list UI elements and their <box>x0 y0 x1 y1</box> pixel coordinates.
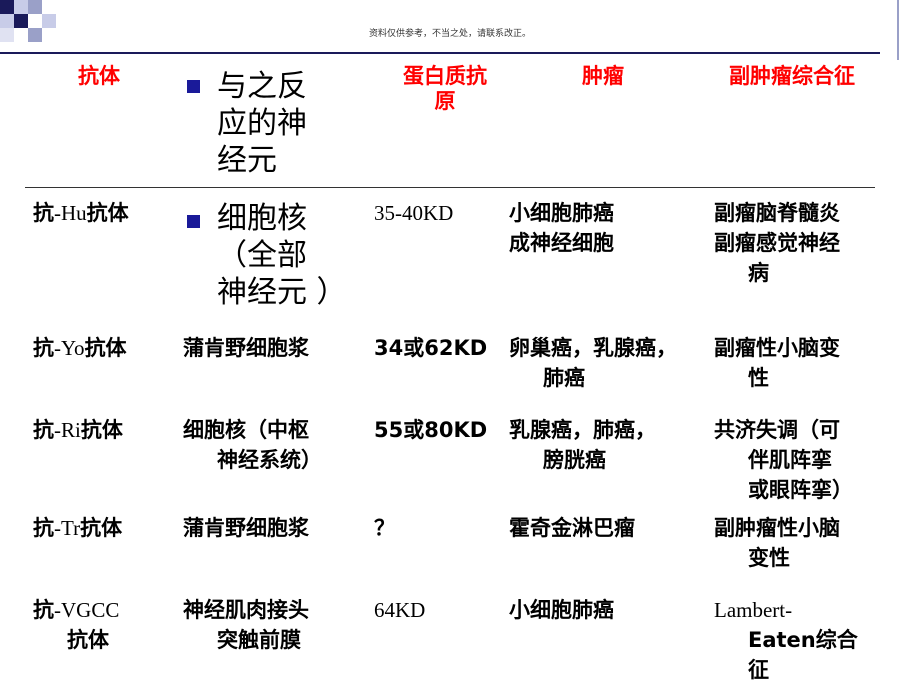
row5-syndrome: Lambert- Eaten综合 征 <box>714 598 858 682</box>
bullet-icon <box>187 215 200 228</box>
row4-antibody: 抗-Tr抗体 <box>33 516 123 540</box>
header-rule <box>0 52 880 54</box>
row3-antibody: 抗-Ri抗体 <box>33 418 123 442</box>
row5-tumor: 小细胞肺癌 <box>509 598 614 622</box>
row2-neuron: 蒲肯野细胞浆 <box>183 336 309 360</box>
row4-tumor: 霍奇金淋巴瘤 <box>509 516 635 540</box>
row5-neuron: 神经肌肉接头 突触前膜 <box>183 598 309 652</box>
row4-syndrome: 副肿瘤性小脑 变性 <box>714 516 840 570</box>
header-note: 资料仅供参考，不当之处，请联系改正。 <box>368 29 531 39</box>
col-header-syndrome: 副肿瘤综合征 <box>729 64 855 88</box>
col-header-neuron: 与之反 应的神 经元 <box>217 69 307 178</box>
row3-syndrome: 共济失调（可 伴肌阵挛 或眼阵挛） <box>714 418 853 502</box>
row2-tumor: 卵巢癌，乳腺癌， 肺癌 <box>509 336 677 390</box>
row1-antigen: 35-40KD <box>374 201 454 225</box>
row2-antibody: 抗-Yo抗体 <box>33 336 127 360</box>
col-header-tumor: 肿瘤 <box>582 64 624 88</box>
row5-antigen: 64KD <box>374 598 426 622</box>
row1-neuron: 细胞核 （全部 神经元 ） <box>217 201 347 310</box>
col-header-antigen: 蛋白质抗 原 <box>403 64 487 113</box>
row3-antigen: 55或80KD <box>374 418 488 442</box>
row4-antigen: ？ <box>374 516 395 540</box>
row3-neuron: 细胞核（中枢 神经系统） <box>183 418 322 472</box>
row3-tumor: 乳腺癌，肺癌， 膀胱癌 <box>509 418 656 472</box>
row1-tumor: 小细胞肺癌 成神经细胞 <box>509 201 614 255</box>
row2-syndrome: 副瘤性小脑变 性 <box>714 336 840 390</box>
row2-antigen: 34或62KD <box>374 336 488 360</box>
row1-syndrome: 副瘤脑脊髓炎 副瘤感觉神经 病 <box>714 201 840 285</box>
header-separator <box>25 187 875 188</box>
row1-antibody: 抗-Hu抗体 <box>33 201 129 225</box>
bullet-icon <box>187 80 200 93</box>
row4-neuron: 蒲肯野细胞浆 <box>183 516 309 540</box>
row5-antibody: 抗-VGCC 抗体 <box>33 598 120 652</box>
col-header-antibody: 抗体 <box>78 64 120 88</box>
